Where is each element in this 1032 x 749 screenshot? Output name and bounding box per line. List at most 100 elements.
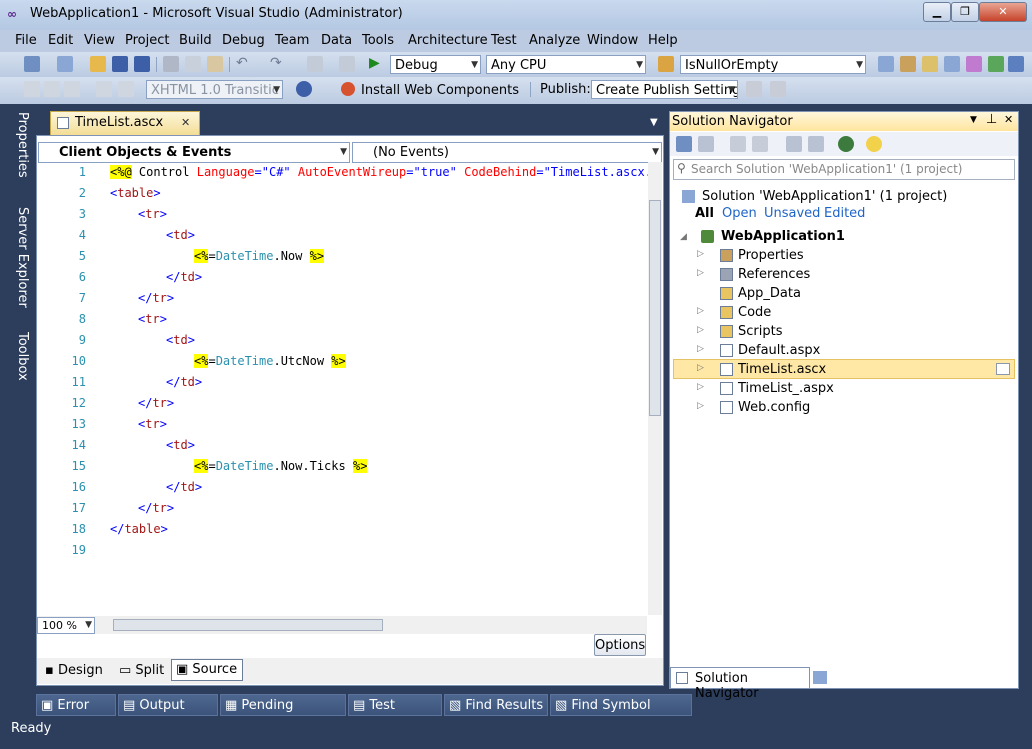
expand-icon[interactable]: ▷ (697, 306, 704, 316)
design-view-tab[interactable]: ▪ Design (45, 663, 103, 678)
navigate-forward-icon[interactable] (339, 56, 355, 72)
menu-analyze[interactable]: Analyze (529, 33, 580, 48)
menu-test[interactable]: Test (491, 33, 517, 48)
publish-web-icon[interactable] (746, 81, 762, 97)
start-page-icon[interactable] (988, 56, 1004, 72)
minimize-button[interactable]: ▁ (923, 2, 951, 22)
uncomment-icon[interactable] (118, 81, 134, 97)
solution-explorer-icon[interactable] (878, 56, 894, 72)
properties-side-tab[interactable]: Properties (8, 112, 30, 178)
expand-icon[interactable]: ▷ (697, 268, 704, 278)
start-debugging-icon[interactable]: ▶ (369, 56, 385, 72)
comment-icon[interactable] (96, 81, 112, 97)
menu-project[interactable]: Project (125, 33, 169, 48)
document-list-dropdown-icon[interactable]: ▼ (650, 117, 658, 128)
redo-icon[interactable]: ↷ (270, 56, 286, 72)
toolbox-side-tab[interactable]: Toolbox (8, 332, 30, 381)
navigate-backward-icon[interactable] (307, 56, 323, 72)
expand-icon[interactable]: ▷ (697, 344, 704, 354)
menu-build[interactable]: Build (179, 33, 212, 48)
panel-close-icon[interactable]: ✕ (1004, 113, 1013, 126)
filter-edited[interactable]: Edited (824, 206, 865, 221)
find-in-files-icon[interactable] (658, 56, 674, 72)
horizontal-scroll-thumb[interactable] (113, 619, 383, 631)
server-explorer-side-tab[interactable]: Server Explorer (8, 207, 30, 308)
publish-settings-select[interactable]: Create Publish Settings ▼ (591, 80, 738, 99)
menu-tools[interactable]: Tools (362, 33, 394, 48)
home-icon[interactable] (676, 136, 692, 152)
find-results-tab[interactable]: ▧ Find Results 1 (444, 694, 548, 735)
outdent-icon[interactable] (64, 81, 80, 97)
close-tab-icon[interactable]: ✕ (181, 116, 190, 129)
cut-icon[interactable] (163, 56, 179, 72)
platform-select[interactable]: Any CPU ▼ (486, 55, 646, 74)
expand-icon[interactable]: ▷ (697, 363, 704, 373)
menu-debug[interactable]: Debug (222, 33, 265, 48)
zoom-select[interactable]: 100 % ▼ (37, 617, 95, 634)
undo-icon[interactable]: ↶ (236, 56, 252, 72)
save-all-icon[interactable] (134, 56, 150, 72)
vertical-scrollbar[interactable] (648, 162, 662, 615)
view-class-diagram-icon[interactable] (838, 136, 854, 152)
document-tab-timelist[interactable]: TimeList.ascx ✕ (50, 111, 200, 135)
indent-icon[interactable] (44, 81, 60, 97)
format-document-icon[interactable] (24, 81, 40, 97)
maximize-button[interactable]: ❐ (951, 2, 979, 22)
menu-edit[interactable]: Edit (48, 33, 73, 48)
find-symbol-results-tab[interactable]: ▧ Find Symbol Results (550, 694, 692, 735)
vertical-scroll-thumb[interactable] (649, 200, 661, 416)
client-objects-select[interactable]: Client Objects & Events ▼ (38, 142, 350, 163)
menu-window[interactable]: Window (587, 33, 638, 48)
close-button[interactable]: ✕ (979, 2, 1027, 22)
forward-icon[interactable] (752, 136, 768, 152)
solution-navigator-bottom-tab[interactable]: Solution Navigator (670, 667, 810, 701)
split-view-tab[interactable]: ▭ Split (119, 663, 164, 678)
menu-file[interactable]: File (15, 33, 37, 48)
refresh-icon[interactable] (808, 136, 824, 152)
toolbox-icon[interactable] (944, 56, 960, 72)
copy-icon[interactable] (185, 56, 201, 72)
publish-settings-icon[interactable] (770, 81, 786, 97)
install-web-components-button[interactable]: Install Web Components (361, 83, 519, 98)
object-browser-icon[interactable] (922, 56, 938, 72)
schema-select[interactable]: XHTML 1.0 Transitic ▼ (146, 80, 283, 99)
events-select[interactable]: (No Events) ▼ (352, 142, 662, 163)
source-view-tab[interactable]: ▣ Source (171, 659, 243, 681)
collapse-all-icon[interactable] (698, 136, 714, 152)
menu-data[interactable]: Data (321, 33, 352, 48)
save-icon[interactable] (112, 56, 128, 72)
options-button[interactable]: Options (594, 634, 646, 656)
add-item-icon[interactable] (57, 56, 73, 72)
filter-all[interactable]: All (695, 206, 714, 221)
filter-open[interactable]: Open (722, 206, 757, 221)
new-project-icon[interactable] (24, 56, 40, 72)
open-file-icon[interactable] (90, 56, 106, 72)
command-window-icon[interactable] (1008, 56, 1024, 72)
show-all-files-icon[interactable] (786, 136, 802, 152)
solution-search-input[interactable]: ⚲ Search Solution 'WebApplication1' (1 p… (673, 159, 1015, 180)
extension-manager-icon[interactable] (966, 56, 982, 72)
output-tab[interactable]: ▤ Output (118, 694, 218, 716)
feedback-icon[interactable] (866, 136, 882, 152)
check-accessibility-icon[interactable] (296, 81, 312, 97)
find-combo[interactable]: IsNullOrEmpty ▼ (680, 55, 866, 74)
expand-icon[interactable]: ▷ (697, 382, 704, 392)
menu-team[interactable]: Team (275, 33, 309, 48)
project-collapse-icon[interactable]: ◢ (680, 232, 687, 242)
pending-changes-tab[interactable]: ▦ Pending Changes (220, 694, 346, 735)
menu-help[interactable]: Help (648, 33, 678, 48)
panel-menu-icon[interactable]: ▼ (970, 115, 977, 125)
filter-unsaved[interactable]: Unsaved (764, 206, 820, 221)
expand-icon[interactable]: ▷ (697, 401, 704, 411)
configuration-select[interactable]: Debug ▼ (390, 55, 481, 74)
preview-icon[interactable] (996, 363, 1010, 375)
expand-icon[interactable]: ▷ (697, 325, 704, 335)
pin-icon[interactable]: ⊥ (986, 112, 997, 127)
test-results-tab[interactable]: ▤ Test Results (348, 694, 442, 735)
menu-architecture[interactable]: Architecture (408, 33, 488, 48)
code-area[interactable]: 1 2 3 4 5 6 7 8 9 10 11 12 13 14 15 16 17 18 19 <%@ Contro… (36, 162, 648, 616)
back-icon[interactable] (730, 136, 746, 152)
expand-icon[interactable]: ▷ (697, 249, 704, 259)
paste-icon[interactable] (207, 56, 223, 72)
error-list-tab[interactable]: ▣ Error List (36, 694, 116, 735)
